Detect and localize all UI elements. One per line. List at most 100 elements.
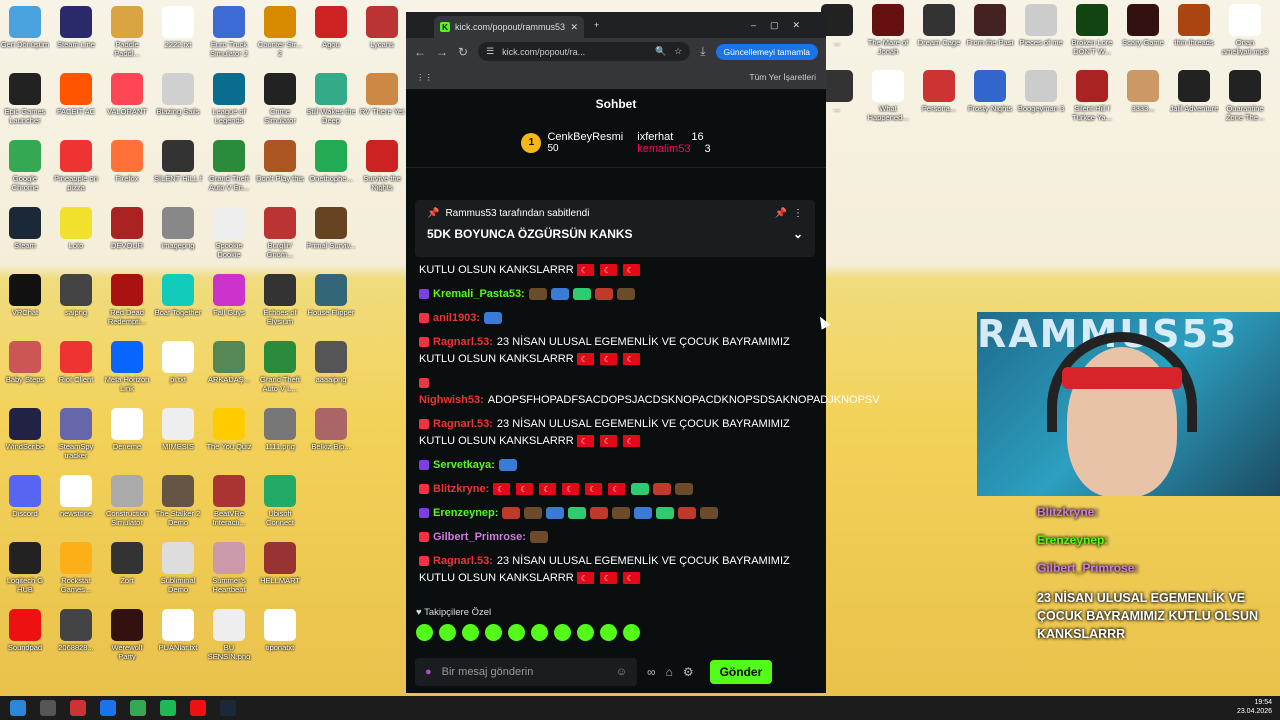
emote[interactable] [485, 624, 502, 641]
desktop-icon[interactable]: Meta Horizon Link [102, 341, 152, 393]
send-button[interactable]: Gönder [709, 660, 773, 684]
emote[interactable] [554, 624, 571, 641]
desktop-icon[interactable]: Baby Steps [0, 341, 50, 393]
desktop-icon[interactable]: The Mare of Jonah [863, 4, 913, 56]
chat-username[interactable]: Nighwish53: [419, 394, 484, 406]
desktop-icon[interactable]: Riot Client [51, 341, 101, 393]
desktop-icon[interactable]: VALORANT [102, 73, 152, 125]
desktop-icon[interactable]: Blazing Sails [153, 73, 203, 125]
desktop-icon[interactable]: Boat Together [153, 274, 203, 326]
forward-icon[interactable]: → [436, 45, 448, 59]
desktop-icon[interactable]: League of Legends [204, 73, 254, 125]
desktop-icon[interactable]: saipng [51, 274, 101, 326]
taskbar-app-icon[interactable] [40, 700, 56, 716]
desktop-icon[interactable]: Deneme [102, 408, 152, 460]
desktop-icon[interactable]: Red Dead Redempti... [102, 274, 152, 326]
start-icon[interactable] [10, 700, 26, 716]
desktop-icon[interactable]: Construction Simulator [102, 475, 152, 527]
desktop-icon[interactable]: Don't Play this [255, 140, 305, 192]
desktop-icon[interactable]: Geri Dönüşüm [0, 6, 50, 58]
desktop-icon[interactable]: Silent Hill f Türkçe Ya... [1067, 70, 1117, 122]
desktop-icon[interactable]: FACEIT AC [51, 73, 101, 125]
close-tab-icon[interactable]: ✕ [570, 22, 578, 33]
desktop-icon[interactable]: Boogeyman 3 [1016, 70, 1066, 122]
desktop-icon[interactable]: Euro Truck Simulator 2 [204, 6, 254, 58]
desktop-icon[interactable]: HELLMART [255, 542, 305, 594]
emote[interactable] [416, 624, 433, 641]
desktop-icon[interactable]: pi.txt [153, 341, 203, 393]
leader-3[interactable]: kemalim53 3 [637, 143, 710, 155]
desktop-icon[interactable]: Firefox [102, 140, 152, 192]
url-field[interactable]: ☰ kick.com/popout/ra... 🔍 ☆ [478, 42, 691, 61]
desktop-icon[interactable]: Werewolf Party [102, 609, 152, 661]
taskbar-app-icon[interactable] [100, 700, 116, 716]
emote[interactable] [531, 624, 548, 641]
desktop-icon[interactable]: Rockstar Games... [51, 542, 101, 594]
back-icon[interactable]: ← [414, 45, 426, 59]
desktop-icon[interactable]: BU SENSİN.png [204, 609, 254, 661]
reload-icon[interactable]: ↻ [458, 45, 468, 59]
desktop-icon[interactable]: Onethophe... [306, 140, 356, 192]
desktop-icon[interactable]: Zort [102, 542, 152, 594]
desktop-icon[interactable]: WindScribe [0, 408, 50, 460]
taskbar-app-icon[interactable] [70, 700, 86, 716]
chat-username[interactable]: Ragnarl.53: [433, 418, 493, 430]
chevron-down-icon[interactable]: ⌄ [793, 227, 803, 241]
desktop-icon[interactable]: Lycans [357, 6, 407, 58]
emote[interactable] [462, 624, 479, 641]
browser-tab[interactable]: K kick.com/popout/rammus53/ch... ✕ [434, 16, 584, 38]
desktop-icon[interactable]: Google Chrome [0, 140, 50, 192]
desktop-icon[interactable]: 1111.png [255, 408, 305, 460]
desktop-icon[interactable]: newstone [51, 475, 101, 527]
chat-username[interactable]: Blitzkryne: [433, 483, 489, 495]
desktop-icon[interactable]: Belkiz Bip... [306, 408, 356, 460]
message-input[interactable]: ● Bir mesaj gönderin ☺ [415, 658, 637, 686]
desktop-icon[interactable]: Grand Theft Auto V L... [255, 341, 305, 393]
leader-2[interactable]: ixferhat 16 [637, 131, 710, 143]
desktop-icon[interactable]: 3333... [1118, 70, 1168, 122]
clock[interactable]: 19:54 23.04.2026 [1237, 698, 1272, 716]
desktop-icon[interactable]: SteamSpy tracker [51, 408, 101, 460]
desktop-icon[interactable]: Loto [51, 207, 101, 259]
desktop-icon[interactable]: DEVOUR [102, 207, 152, 259]
desktop-icon[interactable]: VRChat [0, 274, 50, 326]
desktop-icon[interactable]: aaaaipng [306, 341, 356, 393]
desktop-icon[interactable]: Survive the Nights [357, 140, 407, 192]
leader-1[interactable]: 1 CenkBeyResmi 50 [521, 131, 623, 154]
desktop-icon[interactable]: ARKADAŞ... [204, 341, 254, 393]
emote[interactable] [600, 624, 617, 641]
unpin-icon[interactable]: 📌 [775, 208, 787, 219]
site-info-icon[interactable]: ☰ [486, 46, 494, 57]
window-controls-icon[interactable]: –▢✕ [751, 20, 814, 31]
emote[interactable] [577, 624, 594, 641]
desktop-icon[interactable]: Pineapple on pizza [51, 140, 101, 192]
chat-username[interactable]: Ragnarl.53: [433, 555, 493, 567]
desktop-icon[interactable]: thin threads [1169, 4, 1219, 56]
taskbar-app-icon[interactable] [160, 700, 176, 716]
desktop-icon[interactable]: Broken Lore DON'T W... [1067, 4, 1117, 56]
store-icon[interactable]: ⌂ [666, 665, 673, 679]
desktop-icon[interactable]: Steam [0, 207, 50, 259]
mic-icon[interactable]: ● [425, 666, 432, 678]
chat-username[interactable]: Gilbert_Primrose: [433, 531, 526, 543]
desktop-icon[interactable]: Still Wakes the Deep [306, 73, 356, 125]
desktop-icon[interactable]: Crime Simulator [255, 73, 305, 125]
desktop-icon[interactable]: Steam Line [51, 6, 101, 58]
desktop-icon[interactable]: Quarantine Zone The... [1220, 70, 1270, 122]
chat-username[interactable]: Kremali_Pasta53: [433, 288, 525, 300]
desktop-icon[interactable]: Discord [0, 475, 50, 527]
desktop-icon[interactable]: Epic Games Launcher [0, 73, 50, 125]
desktop-icon[interactable]: Dream Cage [914, 4, 964, 56]
desktop-icon[interactable]: The Stalker 2 Demo [153, 475, 203, 527]
desktop-icon[interactable]: Subliminal Demo [153, 542, 203, 594]
desktop-icon[interactable]: Spookie Dookie [204, 207, 254, 259]
desktop-icon[interactable]: Persona... [914, 70, 964, 122]
desktop-icon[interactable]: imagepng [153, 207, 203, 259]
settings-gear-icon[interactable]: ⚙ [683, 665, 694, 679]
chat-username[interactable]: Ragnarl.53: [433, 336, 493, 348]
desktop-icon[interactable]: Primal Surviv... [306, 207, 356, 259]
taskbar-app-icon[interactable] [190, 700, 206, 716]
desktop-icon[interactable]: 2222.txt [153, 6, 203, 58]
download-icon[interactable]: ⤓ [700, 44, 705, 59]
desktop-icon[interactable]: Counter Str... 2 [255, 6, 305, 58]
